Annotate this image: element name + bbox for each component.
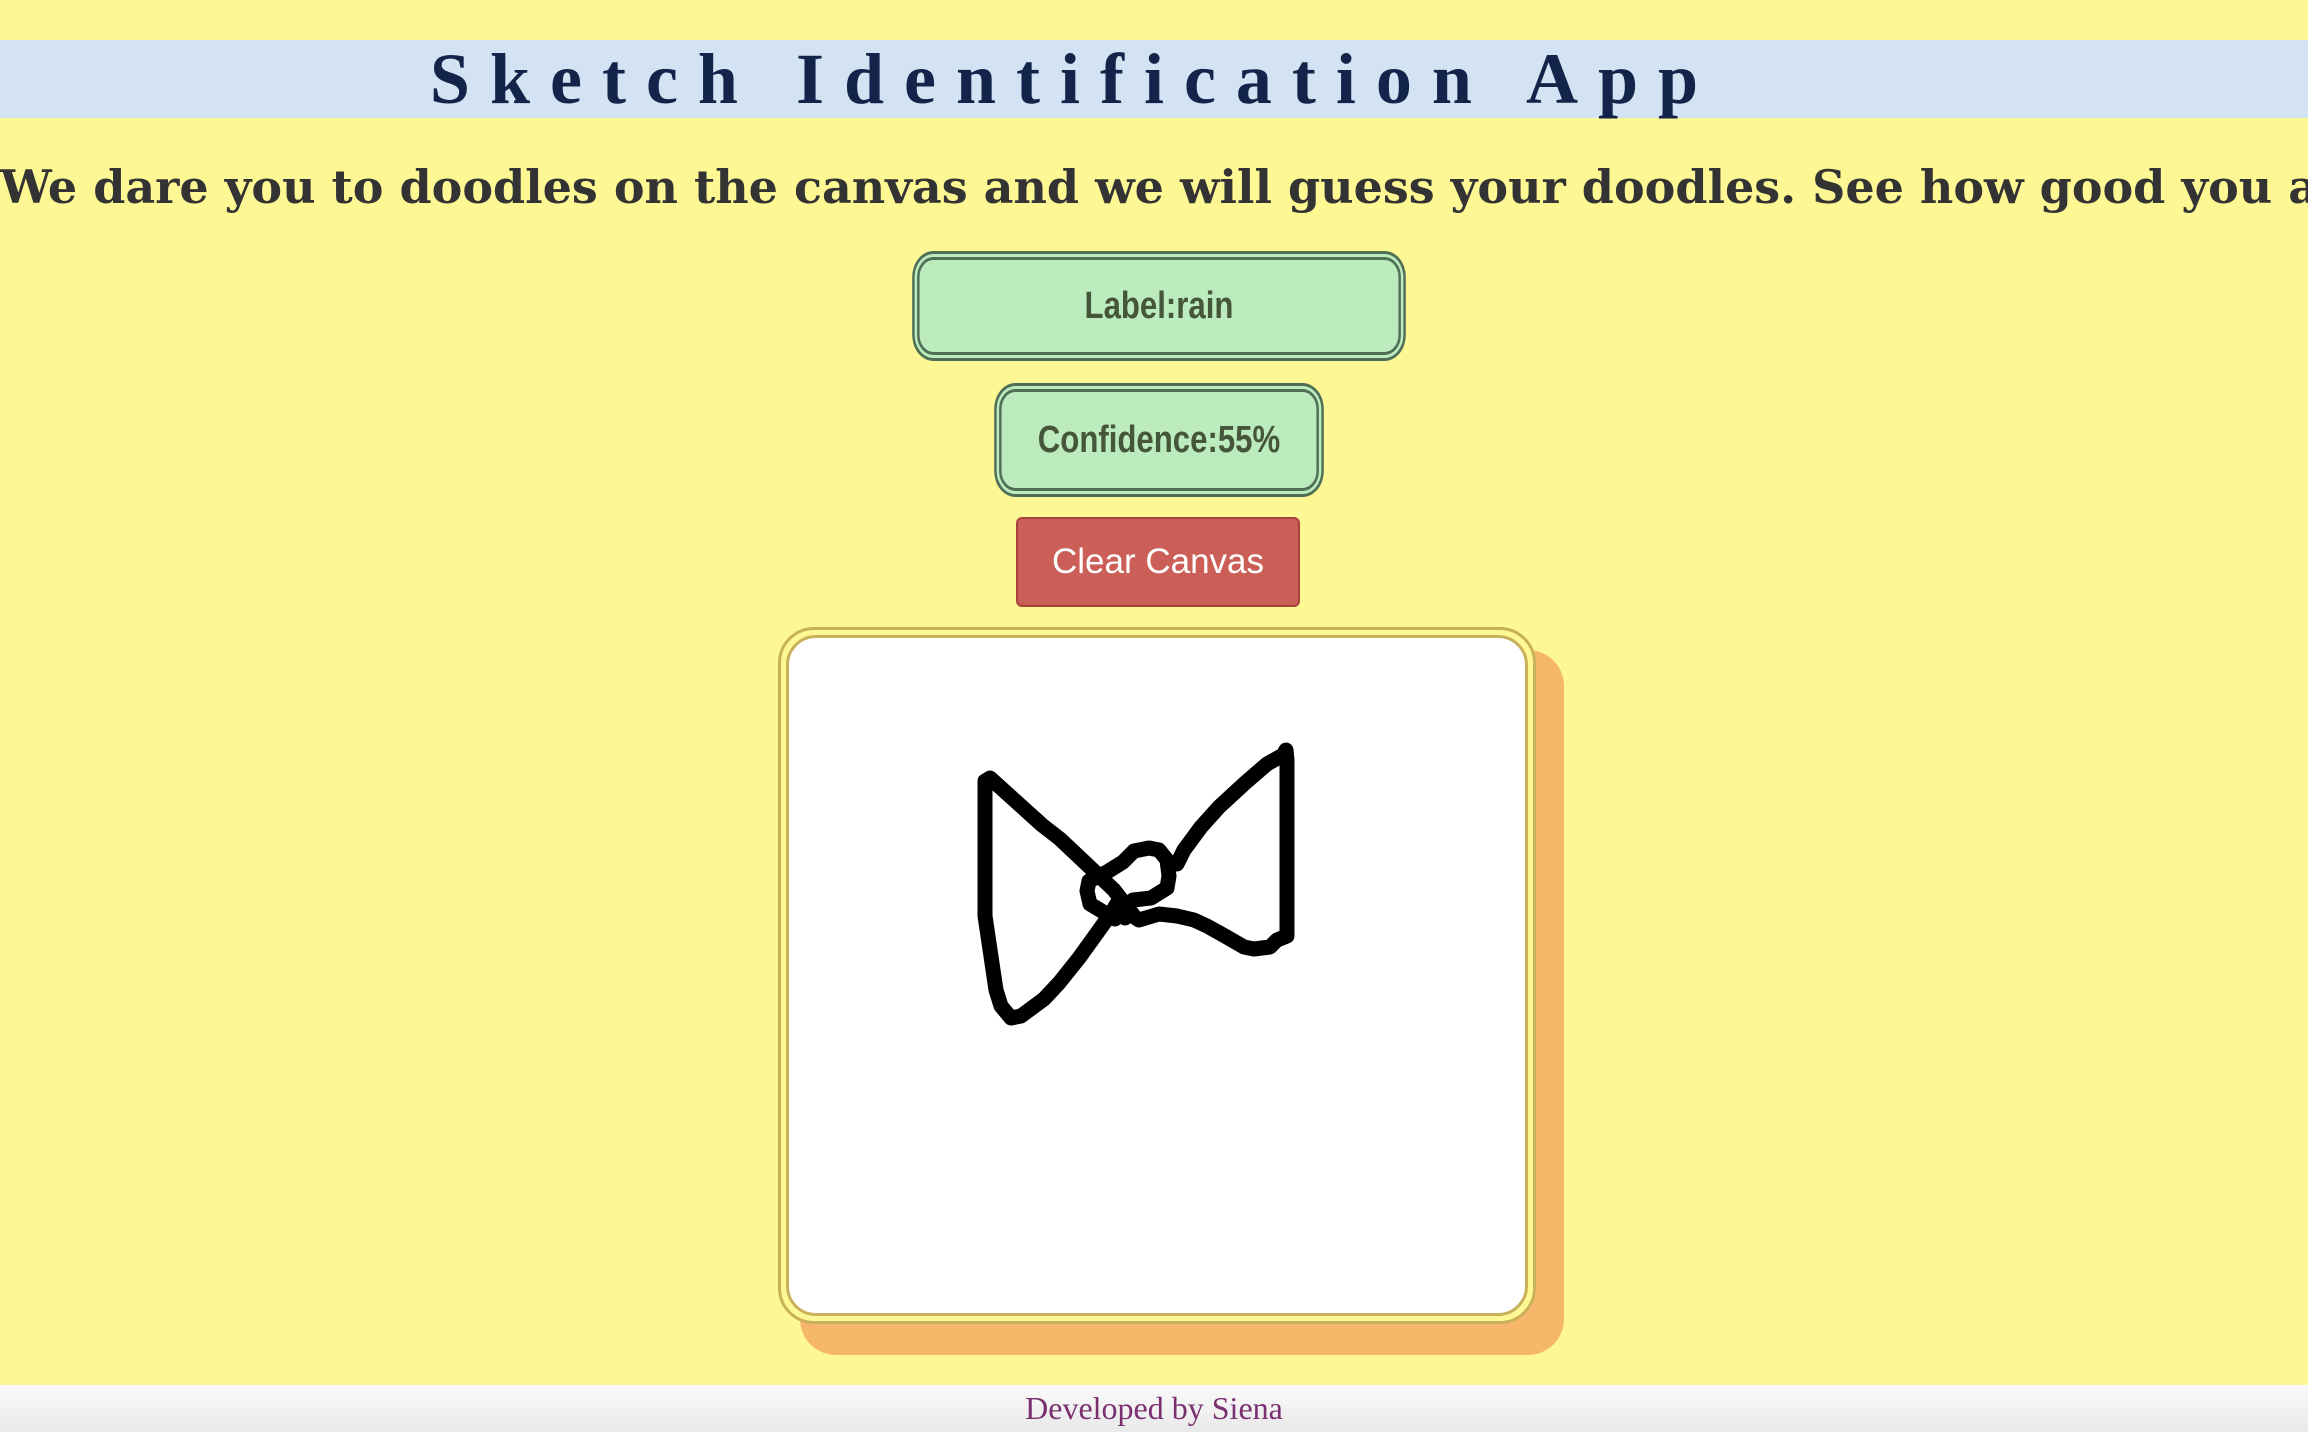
tagline: We dare you to doodles on the canvas and… — [0, 160, 2308, 214]
clear-canvas-button[interactable]: Clear Canvas — [1016, 517, 1300, 607]
prediction-confidence-badge: Confidence:55% — [999, 389, 1319, 491]
prediction-label-badge: Label:rain — [917, 257, 1401, 355]
footer-credit: Developed by Siena — [0, 1385, 2308, 1432]
drawing-canvas[interactable] — [786, 635, 1528, 1316]
app-title: Sketch Identification App — [429, 39, 1719, 119]
doodle-sketch — [977, 742, 1295, 1026]
